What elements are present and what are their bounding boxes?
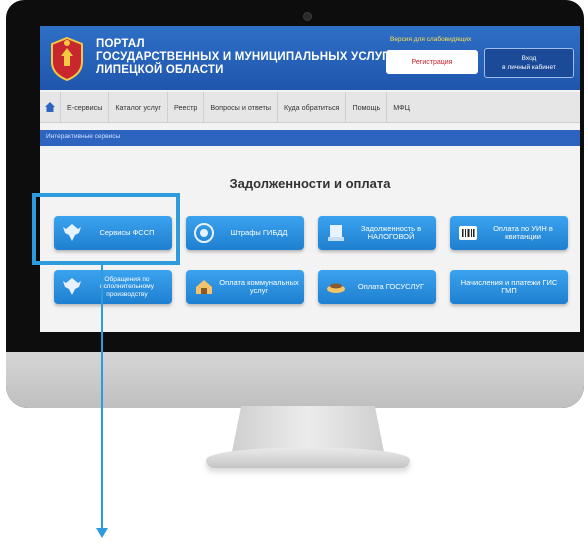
highlight-frame (32, 193, 180, 265)
service-label: Задолженность в НАЛОГОВОЙ (360, 223, 422, 241)
service-label: Оплата ГОСУСЛУГ (357, 281, 425, 291)
nav-item-registry[interactable]: Реестр (167, 92, 203, 122)
webcam-icon (303, 12, 312, 21)
service-uin-payment-button[interactable]: Оплата по УИН в квитанции (450, 216, 568, 250)
nav-item-where-to-apply[interactable]: Куда обратиться (276, 92, 346, 122)
monitor-stand-base (206, 448, 410, 468)
fssp-emblem-icon (63, 278, 81, 295)
service-label: Оплата коммунальных услуг (219, 277, 299, 295)
register-button[interactable]: Регистрация (386, 50, 478, 74)
nav-item-faq[interactable]: Вопросы и ответы (203, 92, 277, 122)
arrow-line (101, 265, 103, 530)
barcode-icon (459, 226, 477, 240)
nav-item-catalog[interactable]: Каталог услуг (108, 92, 167, 122)
service-label: Обращения по исполнительному производств… (99, 275, 155, 298)
service-enforcement-appeals-button[interactable]: Обращения по исполнительному производств… (54, 270, 172, 304)
service-label: Начисления и платежи ГИС ГМП (460, 277, 558, 295)
utilities-house-icon (196, 280, 212, 294)
main-nav: Е-сервисы Каталог услуг Реестр Вопросы и… (40, 92, 580, 123)
service-label: Оплата по УИН в квитанции (493, 223, 553, 241)
gibdd-badge-icon (194, 223, 214, 243)
gosuslugi-payment-icon (327, 283, 345, 293)
section-title: Задолженности и оплата (229, 176, 391, 191)
lipetsk-coat-of-arms-icon (51, 36, 83, 82)
service-gibdd-button[interactable]: Штрафы ГИБДД (186, 216, 304, 250)
service-utilities-button[interactable]: Оплата коммунальных услуг (186, 270, 304, 304)
login-button-label: Вход (521, 55, 537, 62)
home-icon[interactable] (40, 92, 60, 122)
screen: ПОРТАЛ ГОСУДАРСТВЕННЫХ И МУНИЦИПАЛЬНЫХ У… (40, 26, 580, 332)
service-gis-gmp-button[interactable]: Начисления и платежи ГИС ГМП (450, 270, 568, 304)
login-button[interactable]: Вход в личный кабинет (484, 48, 574, 78)
portal-title-line: ЛИПЕЦКОЙ ОБЛАСТИ (96, 64, 224, 76)
portal-title-line: ГОСУДАРСТВЕННЫХ И МУНИЦИПАЛЬНЫХ УСЛУГ (96, 51, 389, 63)
nav-item-e-services[interactable]: Е-сервисы (60, 92, 108, 122)
service-gosuslugi-payment-button[interactable]: Оплата ГОСУСЛУГ (318, 270, 436, 304)
breadcrumb-label[interactable]: Интерактивные сервисы (46, 133, 120, 140)
service-label: Штрафы ГИБДД (230, 227, 288, 237)
service-tax-button[interactable]: Задолженность в НАЛОГОВОЙ (318, 216, 436, 250)
nav-item-help[interactable]: Помощь (345, 92, 386, 122)
nav-item-mfc[interactable]: МФЦ (386, 92, 416, 122)
portal-header: ПОРТАЛ ГОСУДАРСТВЕННЫХ И МУНИЦИПАЛЬНЫХ У… (40, 26, 580, 90)
monitor-chin (6, 352, 584, 408)
arrow-down-icon (96, 528, 108, 538)
tax-document-icon (328, 225, 344, 241)
login-button-sublabel: в личный кабинет (502, 64, 556, 71)
portal-title[interactable]: ПОРТАЛ ГОСУДАРСТВЕННЫХ И МУНИЦИПАЛЬНЫХ У… (96, 38, 389, 77)
portal-title-line: ПОРТАЛ (96, 38, 145, 50)
breadcrumb: Интерактивные сервисы (40, 130, 580, 146)
monitor-stand-neck (232, 406, 384, 452)
visually-impaired-link[interactable]: Версия для слабовидящих (390, 36, 471, 43)
